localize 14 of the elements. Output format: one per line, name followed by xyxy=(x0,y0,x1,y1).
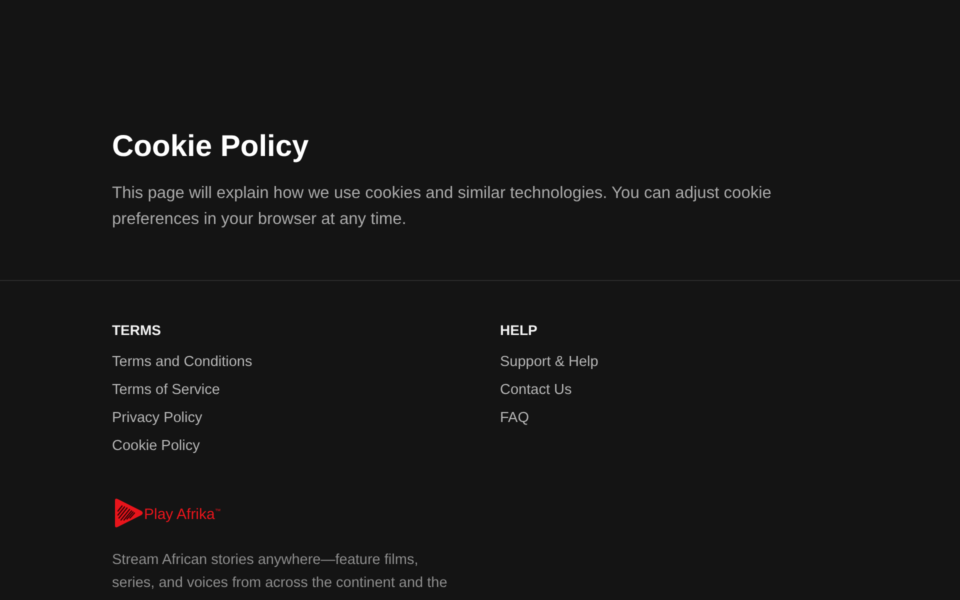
brand-tagline: Stream African stories anywhere—feature films, series, and voices from across the continent and the xyxy=(112,551,448,593)
column-heading: TERMS xyxy=(112,321,161,340)
play-logo-icon[interactable] xyxy=(112,497,144,529)
brand-name[interactable]: Play Afrika$^{™}$ xyxy=(144,502,221,524)
intro-paragraph: This page will explain how we use cookies and similar technologies. You can adjust cookie preferences in your browser at any time. xyxy=(112,183,772,230)
footer-link[interactable]: Contact Us xyxy=(500,380,572,400)
footer-link[interactable]: Support & Help xyxy=(500,352,598,372)
footer-link[interactable]: FAQ xyxy=(500,408,530,428)
footer-link[interactable]: Terms and Conditions xyxy=(112,352,252,372)
footer-link[interactable]: Cookie Policy xyxy=(112,436,200,456)
page-title: Cookie Policy xyxy=(112,129,309,165)
column-heading: HELP xyxy=(500,321,538,340)
footer-link[interactable]: Terms of Service xyxy=(112,380,220,400)
footer-link[interactable]: Privacy Policy xyxy=(112,408,202,428)
